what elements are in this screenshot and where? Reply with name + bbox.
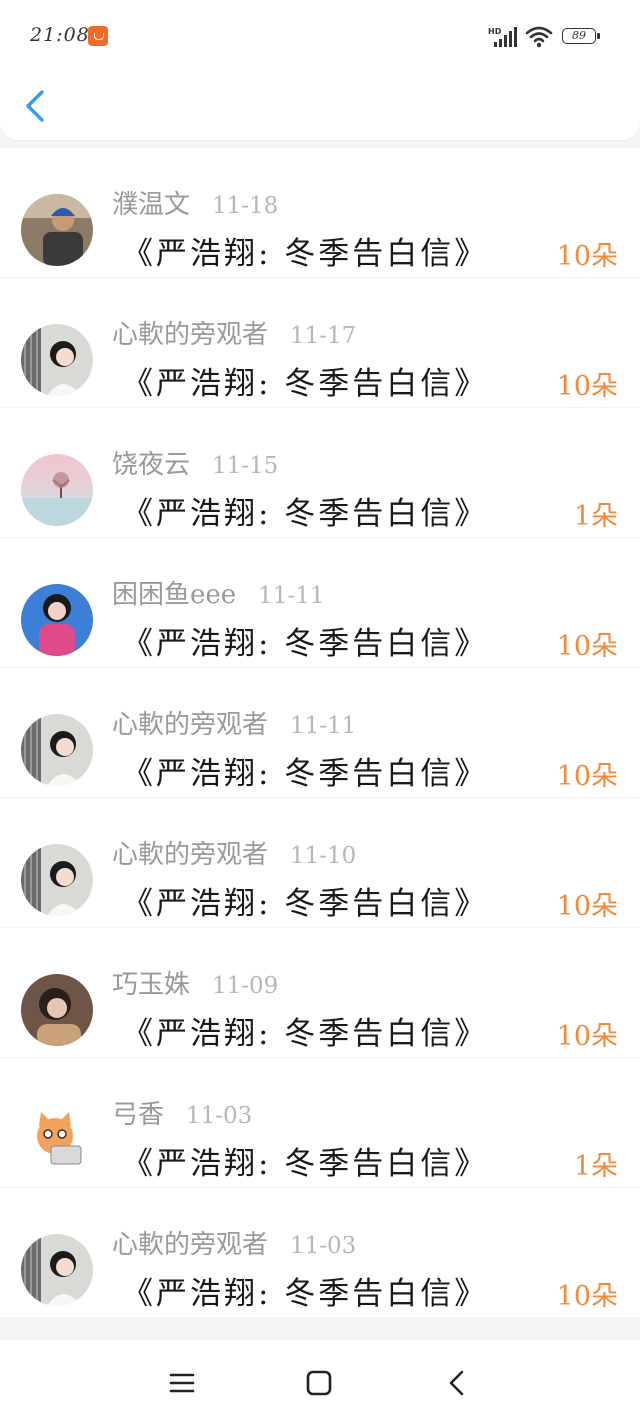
- list-item[interactable]: 心軟的旁观者 11-03 《严浩翔: 冬季告白信》 10朵: [0, 1187, 640, 1317]
- user-name: 饶夜云: [112, 450, 191, 480]
- avatar[interactable]: [21, 844, 93, 916]
- avatar[interactable]: [21, 454, 93, 526]
- shopping-app-icon: [88, 26, 108, 46]
- user-name-line: 濮温文 11-18: [112, 184, 278, 221]
- user-name-line: 心軟的旁观者 11-03: [112, 1224, 356, 1261]
- top-header: 21:08 HD 89: [0, 0, 640, 140]
- list-item[interactable]: 弓香 11-03 《严浩翔: 冬季告白信》 1朵: [0, 1057, 640, 1187]
- battery-indicator: 89: [562, 28, 600, 46]
- avatar[interactable]: [21, 1104, 93, 1176]
- user-name-line: 困困鱼eee 11-11: [112, 574, 324, 611]
- home-square-icon: [306, 1370, 332, 1396]
- work-title: 《严浩翔: 冬季告白信》: [122, 886, 489, 922]
- avatar[interactable]: [21, 1234, 93, 1306]
- user-name: 心軟的旁观者: [112, 320, 269, 350]
- user-name-line: 心軟的旁观者 11-11: [112, 704, 356, 741]
- avatar-photo-girl-icon: [21, 714, 93, 786]
- user-name: 心軟的旁观者: [112, 1230, 269, 1260]
- avatar[interactable]: [21, 584, 93, 656]
- network-type-label: HD: [488, 27, 502, 36]
- record-date: 11-09: [212, 973, 279, 999]
- avatar-photo-woman-dark-icon: [21, 974, 93, 1046]
- work-title: 《严浩翔: 冬季告白信》: [122, 1146, 489, 1182]
- list-item[interactable]: 心軟的旁观者 11-10 《严浩翔: 冬季告白信》 10朵: [0, 797, 640, 927]
- avatar-cartoon-cat-laptop-icon: [21, 1104, 93, 1176]
- avatar-photo-girl-pink-blue-icon: [21, 584, 93, 656]
- list-item[interactable]: 濮温文 11-18 《严浩翔: 冬季告白信》 10朵: [0, 148, 640, 277]
- flower-count: 10朵: [556, 1281, 618, 1312]
- record-date: 11-17: [290, 323, 357, 349]
- record-date: 11-15: [212, 453, 279, 479]
- flower-count: 10朵: [556, 631, 618, 662]
- avatar[interactable]: [21, 194, 93, 266]
- flower-count: 1朵: [573, 1151, 618, 1182]
- record-date: 11-18: [212, 193, 279, 219]
- record-date: 11-11: [290, 713, 357, 739]
- user-name: 心軟的旁观者: [112, 840, 269, 870]
- record-date: 11-03: [290, 1233, 357, 1259]
- record-date: 11-10: [290, 843, 357, 869]
- wifi-icon: [525, 26, 553, 48]
- user-name-line: 巧玉姝 11-09: [112, 964, 278, 1001]
- user-name-line: 心軟的旁观者 11-17: [112, 314, 356, 351]
- avatar-photo-pink-tree-icon: [21, 454, 93, 526]
- menu-icon: [169, 1373, 195, 1393]
- work-title: 《严浩翔: 冬季告白信》: [122, 1016, 489, 1052]
- back-button[interactable]: [18, 86, 54, 126]
- signal-icon: HD: [488, 27, 517, 47]
- back-triangle-icon: [449, 1370, 464, 1396]
- flower-count: 10朵: [556, 1021, 618, 1052]
- flower-count: 10朵: [556, 371, 618, 402]
- list-item[interactable]: 心軟的旁观者 11-11 《严浩翔: 冬季告白信》 10朵: [0, 667, 640, 797]
- flower-count: 10朵: [556, 891, 618, 922]
- system-back-button[interactable]: [440, 1366, 474, 1400]
- avatar[interactable]: [21, 324, 93, 396]
- avatar-photo-girl-icon: [21, 844, 93, 916]
- status-time: 21:08: [30, 24, 90, 46]
- flower-count: 1朵: [573, 501, 618, 532]
- user-name-line: 弓香 11-03: [112, 1094, 252, 1131]
- list-item[interactable]: 饶夜云 11-15 《严浩翔: 冬季告白信》 1朵: [0, 407, 640, 537]
- work-title: 《严浩翔: 冬季告白信》: [122, 756, 489, 792]
- user-name: 濮温文: [112, 190, 191, 220]
- work-title: 《严浩翔: 冬季告白信》: [122, 496, 489, 532]
- record-date: 11-11: [258, 583, 325, 609]
- avatar-photo-man-blue-cap-icon: [21, 194, 93, 266]
- user-name-line: 饶夜云 11-15: [112, 444, 278, 481]
- user-name: 弓香: [112, 1100, 165, 1130]
- list-item[interactable]: 困困鱼eee 11-11 《严浩翔: 冬季告白信》 10朵: [0, 537, 640, 667]
- flower-count: 10朵: [556, 761, 618, 792]
- work-title: 《严浩翔: 冬季告白信》: [122, 1276, 489, 1312]
- work-title: 《严浩翔: 冬季告白信》: [122, 366, 489, 402]
- record-date: 11-03: [186, 1103, 253, 1129]
- home-button[interactable]: [302, 1366, 336, 1400]
- work-title: 《严浩翔: 冬季告白信》: [122, 626, 489, 662]
- battery-percent: 89: [572, 29, 586, 42]
- list-item[interactable]: 心軟的旁观者 11-17 《严浩翔: 冬季告白信》 10朵: [0, 277, 640, 407]
- work-title: 《严浩翔: 冬季告白信》: [122, 236, 489, 272]
- list-item[interactable]: 巧玉姝 11-09 《严浩翔: 冬季告白信》 10朵: [0, 927, 640, 1057]
- avatar[interactable]: [21, 974, 93, 1046]
- user-name: 巧玉姝: [112, 970, 191, 1000]
- gift-record-list: 濮温文 11-18 《严浩翔: 冬季告白信》 10朵 心軟的旁观者 11-17 《严…: [0, 148, 640, 1317]
- user-name: 心軟的旁观者: [112, 710, 269, 740]
- user-name: 困困鱼eee: [112, 580, 237, 610]
- avatar-photo-girl-icon: [21, 1234, 93, 1306]
- flower-count: 10朵: [556, 241, 618, 272]
- chevron-left-icon: [26, 90, 44, 122]
- avatar[interactable]: [21, 714, 93, 786]
- menu-button[interactable]: [165, 1366, 199, 1400]
- user-name-line: 心軟的旁观者 11-10: [112, 834, 356, 871]
- avatar-photo-girl-icon: [21, 324, 93, 396]
